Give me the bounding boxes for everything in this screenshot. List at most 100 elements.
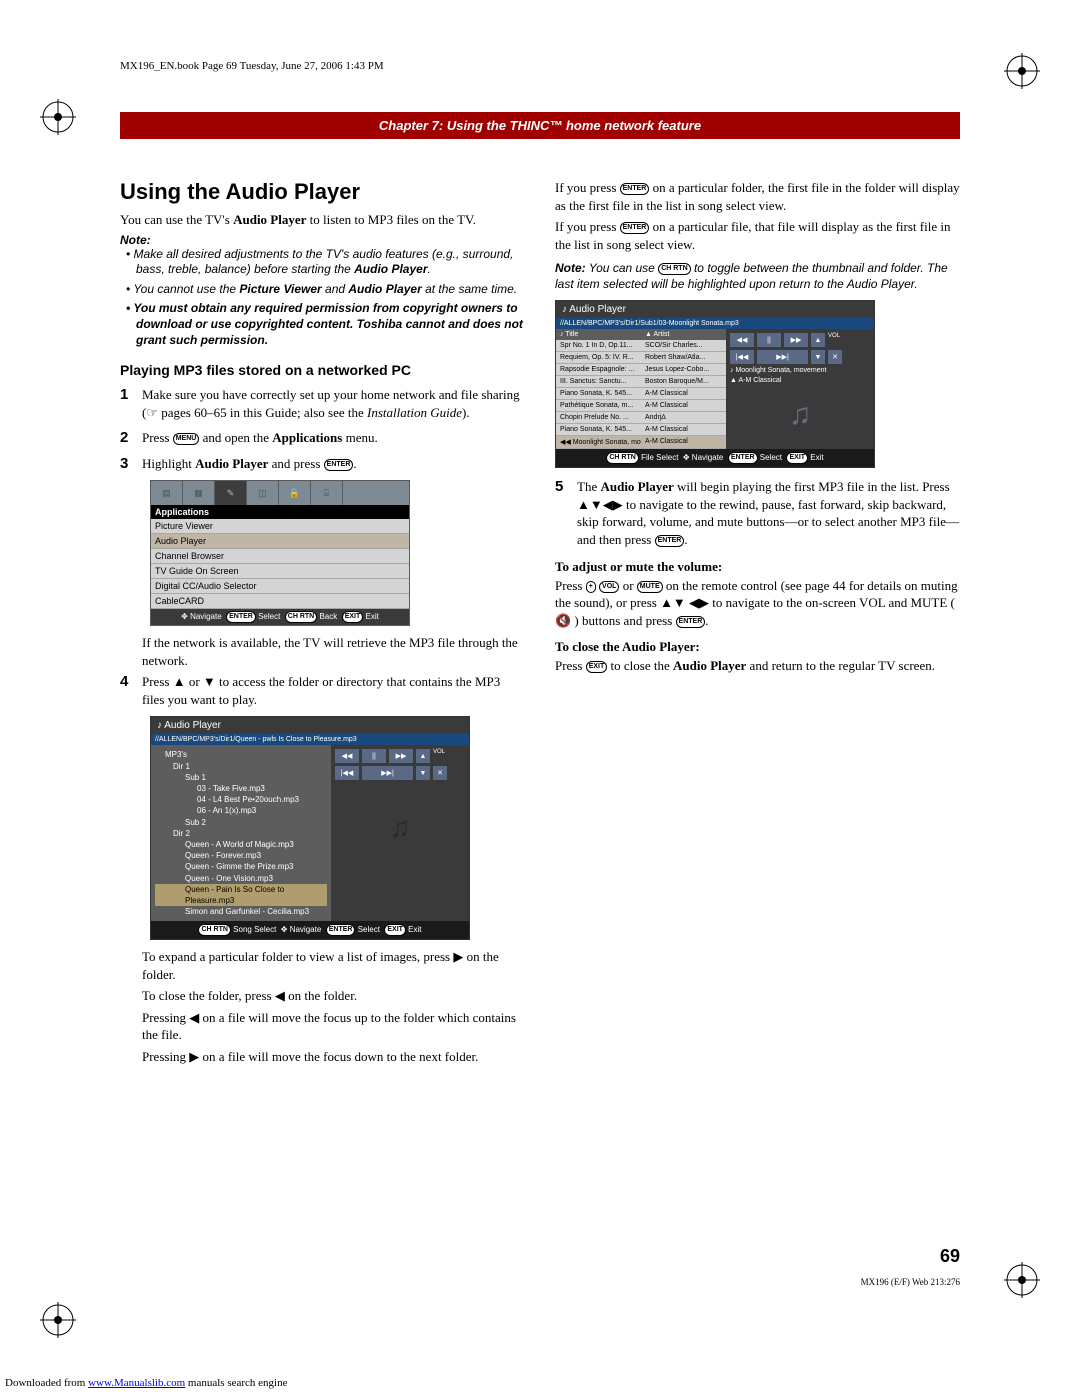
body-text: Pressing ▶ on a file will move the focus…: [142, 1048, 525, 1066]
menu-icon: ▦: [183, 481, 215, 505]
body-text: If the network is available, the TV will…: [142, 634, 525, 669]
list-item: Chopin Prelude No. ...Andrj∆: [556, 412, 726, 424]
now-playing-title: ♪ Moonlight Sonata, movement: [730, 367, 870, 374]
crop-mark-icon: [40, 99, 76, 135]
player-controls: ◀◀ || ▶▶ ▲ VOL |◀◀ ▶▶| ▼ ✕ ♫: [331, 745, 469, 921]
enter-button-icon: ENTER: [655, 535, 685, 547]
skip-back-button: |◀◀: [730, 350, 754, 364]
list-item: Spr No. 1 In D, Op.11...SCO/Sir Charles.…: [556, 340, 726, 352]
menu-footer: ✥ Navigate ENTER Select CH RTN Back EXIT…: [151, 609, 409, 625]
skip-fwd-button: ▶▶|: [362, 766, 413, 780]
skip-fwd-button: ▶▶|: [757, 350, 808, 364]
left-column: Using the Audio Player You can use the T…: [120, 179, 525, 1070]
body-text: Press + VOL or MUTE on the remote contro…: [555, 577, 960, 630]
book-header: MX196_EN.book Page 69 Tuesday, June 27, …: [120, 60, 980, 72]
mute-button: ✕: [433, 766, 447, 780]
list-item: Requiem, Op. 5: IV. R...Robert Shaw/Atla…: [556, 352, 726, 364]
tree-item: Sub 2: [155, 817, 327, 828]
menu-item: Channel Browser: [151, 549, 409, 564]
step-number: 2: [120, 429, 142, 447]
list-item: Piano Sonata, K. 545...A-M Classical: [556, 424, 726, 436]
download-footer: Downloaded from www.Manualslib.com manua…: [5, 1377, 287, 1389]
mute-button: ✕: [828, 350, 842, 364]
skip-back-button: |◀◀: [335, 766, 359, 780]
tree-item: Queen - A World of Magic.mp3: [155, 839, 327, 850]
ui-path: //ALLEN/BPC/MP3's/Dir1/Queen - pwls Is C…: [151, 734, 469, 745]
enter-button-icon: ENTER: [676, 616, 706, 628]
volume-plus-icon: +: [586, 581, 596, 593]
steps-list: 5 The Audio Player will begin playing th…: [555, 478, 960, 548]
album-art: ♫: [730, 387, 870, 443]
rewind-button: ◀◀: [335, 749, 359, 763]
menu-item: Picture Viewer: [151, 519, 409, 534]
enter-button-icon: ENTER: [324, 459, 354, 471]
pause-button: ||: [362, 749, 386, 763]
menu-icon: ◫: [247, 481, 279, 505]
enter-button-icon: ENTER: [620, 183, 650, 195]
rewind-button: ◀◀: [730, 333, 754, 347]
note-item: You must obtain any required permission …: [126, 301, 525, 348]
step: 5 The Audio Player will begin playing th…: [555, 478, 960, 548]
menu-header: Applications: [151, 505, 409, 519]
subsection-heading: To adjust or mute the volume:: [555, 559, 960, 575]
ui-footer: CH RTN File Select ✥ Navigate ENTER Sele…: [556, 449, 874, 467]
menu-icon: ✎: [215, 481, 247, 505]
tree-item: Sub 1: [155, 772, 327, 783]
tree-item: Queen - Pain Is So Close to Pleasure.mp3: [155, 884, 327, 906]
enter-button-icon: ENTER: [620, 222, 650, 234]
list-item: Rapsodie Espagnole: ...Jesus Lopez-Cobo.…: [556, 364, 726, 376]
menu-icon: ▤: [151, 481, 183, 505]
ui-footer: CH RTN Song Select ✥ Navigate ENTER Sele…: [151, 921, 469, 939]
manualslib-link[interactable]: www.Manualslib.com: [88, 1377, 185, 1389]
section-heading: Playing MP3 files stored on a networked …: [120, 362, 525, 378]
body-text: If you press ENTER on a particular folde…: [555, 179, 960, 214]
folder-tree: MP3's Dir 1 Sub 1 03 - Take Five.mp3 04 …: [151, 745, 331, 921]
note-list: Make all desired adjustments to the TV's…: [126, 247, 525, 349]
album-art: ♫: [335, 783, 465, 873]
tree-item: 04 - L4 Best Pe•20ouch.mp3: [155, 794, 327, 805]
chrtn-button-icon: CH RTN: [658, 263, 690, 275]
crop-mark-icon: [1004, 1262, 1040, 1298]
step-number: 5: [555, 478, 577, 548]
step-number: 1: [120, 386, 142, 421]
vol-down-button: ▼: [811, 350, 825, 364]
vol-down-button: ▼: [416, 766, 430, 780]
body-text: Pressing ◀ on a file will move the focus…: [142, 1009, 525, 1044]
step-number: 4: [120, 673, 142, 708]
forward-button: ▶▶: [389, 749, 413, 763]
song-list: ♪ Title▲ Artist Spr No. 1 In D, Op.11...…: [556, 329, 726, 449]
intro-text: You can use the TV's Audio Player to lis…: [120, 211, 525, 229]
menu-button-icon: MENU: [173, 433, 200, 445]
subsection-heading: To close the Audio Player:: [555, 639, 960, 655]
footer-code: MX196 (E/F) Web 213:276: [861, 1277, 960, 1287]
menu-item: Digital CC/Audio Selector: [151, 579, 409, 594]
list-item: III. Sanctus: Sanctu...Boston Baroque/M.…: [556, 376, 726, 388]
note-item: Make all desired adjustments to the TV's…: [126, 247, 525, 278]
tree-item: Dir 2: [155, 828, 327, 839]
note-item: You cannot use the Picture Viewer and Au…: [126, 282, 525, 298]
step: 4 Press ▲ or ▼ to access the folder or d…: [120, 673, 525, 708]
tree-item: 03 - Take Five.mp3: [155, 783, 327, 794]
body-text: To close the folder, press ◀ on the fold…: [142, 987, 525, 1005]
tree-item: Queen - Forever.mp3: [155, 850, 327, 861]
tree-item: Simon and Garfunkel - Cecilia.mp3: [155, 906, 327, 917]
tree-item: Dir 1: [155, 761, 327, 772]
tree-item: MP3's: [155, 749, 327, 760]
list-item: Piano Sonata, K. 545...A-M Classical: [556, 388, 726, 400]
step: 3 Highlight Audio Player and press ENTER…: [120, 455, 525, 473]
vol-up-button: ▲: [811, 333, 825, 347]
now-playing-artist: ▲ A-M Classical: [730, 377, 870, 384]
menu-top-icons: ▤ ▦ ✎ ◫ 🔒 ⌸: [151, 481, 409, 505]
tree-item: 06 - An 1(x).mp3: [155, 805, 327, 816]
menu-item: Audio Player: [151, 534, 409, 549]
steps-list: 4 Press ▲ or ▼ to access the folder or d…: [120, 673, 525, 708]
list-item: Pathétique Sonata, m...A-M Classical: [556, 400, 726, 412]
ui-title: ♪ Audio Player: [151, 717, 469, 734]
body-text: If you press ENTER on a particular file,…: [555, 218, 960, 253]
page-number: 69: [940, 1246, 960, 1267]
menu-item: TV Guide On Screen: [151, 564, 409, 579]
note-label: Note:: [120, 233, 525, 247]
list-item-active: ◀◀ Moonlight Sonata, mo...A-M Classical: [556, 436, 726, 449]
volume-button-icon: VOL: [599, 581, 619, 593]
chapter-bar: Chapter 7: Using the THINC™ home network…: [120, 112, 960, 139]
